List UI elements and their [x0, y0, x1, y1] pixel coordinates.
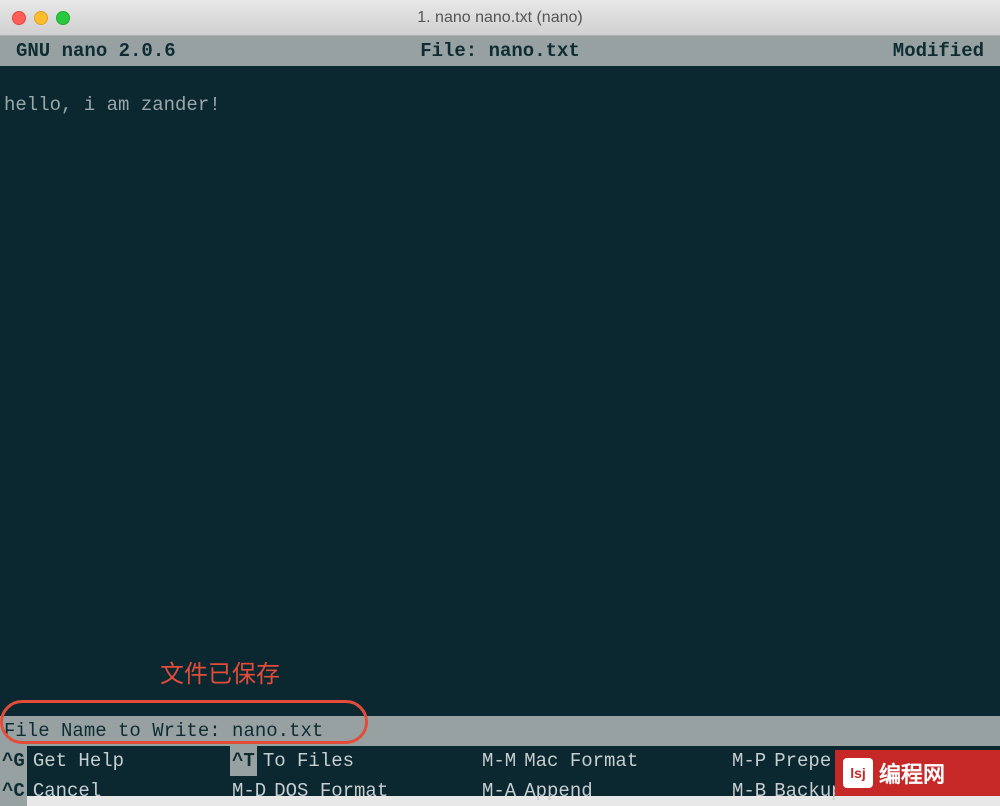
- shortcut-cancel[interactable]: ^C Cancel: [0, 776, 230, 806]
- shortcut-key: M-D: [230, 776, 268, 806]
- shortcut-key: M-P: [730, 746, 768, 776]
- shortcut-label: Prepe: [774, 746, 831, 776]
- window-title: 1. nano nano.txt (nano): [0, 9, 1000, 27]
- shortcut-get-help[interactable]: ^G Get Help: [0, 746, 230, 776]
- shortcut-mac-format[interactable]: M-M Mac Format: [480, 746, 730, 776]
- shortcut-to-files[interactable]: ^T To Files: [230, 746, 480, 776]
- shortcut-append[interactable]: M-A Append: [480, 776, 730, 806]
- shortcut-label: DOS Format: [274, 776, 388, 806]
- maximize-icon[interactable]: [56, 11, 70, 25]
- shortcut-dos-format[interactable]: M-D DOS Format: [230, 776, 480, 806]
- watermark-badge: lsj 编程网: [835, 750, 1000, 796]
- annotation-label: 文件已保存: [160, 654, 280, 689]
- shortcut-label: To Files: [263, 746, 354, 776]
- app-version: GNU nano 2.0.6: [16, 36, 339, 66]
- minimize-icon[interactable]: [34, 11, 48, 25]
- shortcut-key: ^C: [0, 776, 27, 806]
- watermark-text: 编程网: [879, 757, 945, 789]
- window-titlebar: 1. nano nano.txt (nano): [0, 0, 1000, 36]
- shortcut-key: M-M: [480, 746, 518, 776]
- shortcut-label: Append: [524, 776, 592, 806]
- write-prompt[interactable]: File Name to Write: nano.txt: [0, 716, 1000, 746]
- shortcut-label: Get Help: [33, 746, 124, 776]
- close-icon[interactable]: [12, 11, 26, 25]
- file-label: File: nano.txt: [339, 36, 662, 66]
- shortcut-label: Cancel: [33, 776, 101, 806]
- editor-content[interactable]: hello, i am zander!: [0, 66, 1000, 116]
- terminal-area[interactable]: GNU nano 2.0.6 File: nano.txt Modified h…: [0, 36, 1000, 796]
- watermark-logo-icon: lsj: [843, 758, 873, 788]
- shortcut-key: M-B: [730, 776, 768, 806]
- shortcut-key: ^T: [230, 746, 257, 776]
- nano-header: GNU nano 2.0.6 File: nano.txt Modified: [0, 36, 1000, 66]
- shortcut-key: M-A: [480, 776, 518, 806]
- modified-status: Modified: [661, 36, 984, 66]
- shortcut-label: Mac Format: [524, 746, 638, 776]
- shortcut-key: ^G: [0, 746, 27, 776]
